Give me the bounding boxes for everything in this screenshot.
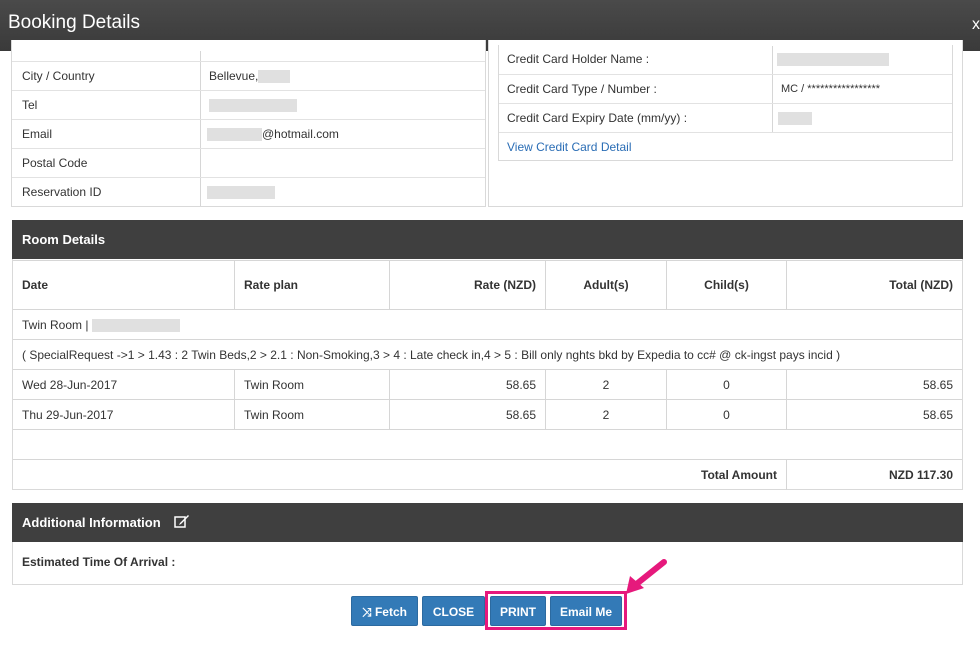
row-date: Thu 29-Jun-2017 <box>22 408 114 422</box>
print-button[interactable]: PRINT <box>490 596 546 626</box>
field-label: City / Country <box>22 69 95 83</box>
field-value: Bellevue, <box>209 62 291 91</box>
column-header: Rate plan <box>244 278 299 292</box>
row-plan: Twin Room <box>244 408 305 422</box>
row-date: Wed 28-Jun-2017 <box>22 378 118 392</box>
row-children: 0 <box>723 408 730 422</box>
row-total: 58.65 <box>922 408 953 422</box>
field-label: Reservation ID <box>22 185 102 199</box>
room-details-title: Room Details <box>22 232 106 247</box>
row-adults: 2 <box>602 408 610 422</box>
pointer-arrow-icon <box>626 559 667 594</box>
guest-row-reservation: Reservation ID <box>12 177 485 206</box>
card-number: MC / ***************** <box>781 83 881 95</box>
guest-row-postal: Postal Code <box>12 148 485 177</box>
field-label: Credit Card Type / Number : <box>507 82 657 96</box>
view-credit-card-link[interactable]: View Credit Card Detail <box>507 133 632 162</box>
field-value: @hotmail.com <box>207 120 339 149</box>
row-plan: Twin Room <box>244 378 305 392</box>
payment-row-link: View Credit Card Detail <box>499 132 952 161</box>
room-name: Twin Room | <box>22 318 180 333</box>
shuffle-icon: ⤨ <box>362 605 372 619</box>
total-amount-label: Total Amount <box>701 468 777 482</box>
payment-row-holder: Credit Card Holder Name : <box>499 45 952 74</box>
additional-info-header: Additional Information <box>12 503 963 542</box>
row-rate: 58.65 <box>505 378 536 392</box>
room-details-header: Room Details <box>12 220 963 259</box>
field-label: Credit Card Expiry Date (mm/yy) : <box>507 111 688 125</box>
total-amount-value: NZD 117.30 <box>888 468 953 482</box>
row-total: 58.65 <box>922 378 953 392</box>
close-icon[interactable]: x <box>972 16 980 34</box>
field-label: Tel <box>22 98 38 112</box>
column-header: Date <box>22 278 49 292</box>
guest-row-email: Email @hotmail.com <box>12 119 485 148</box>
room-details-table <box>12 259 963 490</box>
edit-icon[interactable] <box>174 504 190 543</box>
row-rate: 58.65 <box>505 408 536 422</box>
guest-row-city: City / Country Bellevue, <box>12 61 485 90</box>
row-adults: 2 <box>602 378 610 392</box>
field-label: Email <box>22 127 53 141</box>
column-header: Rate (NZD) <box>474 278 536 292</box>
column-header: Child(s) <box>704 278 749 292</box>
email-me-button[interactable]: Email Me <box>550 596 622 626</box>
dialog-title: Booking Details <box>8 12 141 33</box>
field-value <box>777 45 889 74</box>
guest-row-tel: Tel <box>12 90 485 119</box>
field-value <box>209 91 297 120</box>
close-button[interactable]: CLOSE <box>422 596 485 626</box>
field-label: Credit Card Holder Name : <box>507 52 650 66</box>
payment-row-type: Credit Card Type / Number : MC / *******… <box>499 74 952 103</box>
row-children: 0 <box>723 378 730 392</box>
field-label: Postal Code <box>22 156 88 170</box>
fetch-button[interactable]: ⤨ Fetch <box>351 596 418 626</box>
field-value <box>778 104 812 133</box>
field-value <box>207 178 275 207</box>
special-request: ( SpecialRequest ->1 > 1.43 : 2 Twin Bed… <box>22 348 841 362</box>
payment-row-expiry: Credit Card Expiry Date (mm/yy) : <box>499 103 952 132</box>
eta-label: Estimated Time Of Arrival : <box>22 555 176 569</box>
additional-info-title: Additional Information <box>22 515 161 530</box>
column-header: Total (NZD) <box>889 278 953 292</box>
column-header: Adult(s) <box>583 278 629 292</box>
